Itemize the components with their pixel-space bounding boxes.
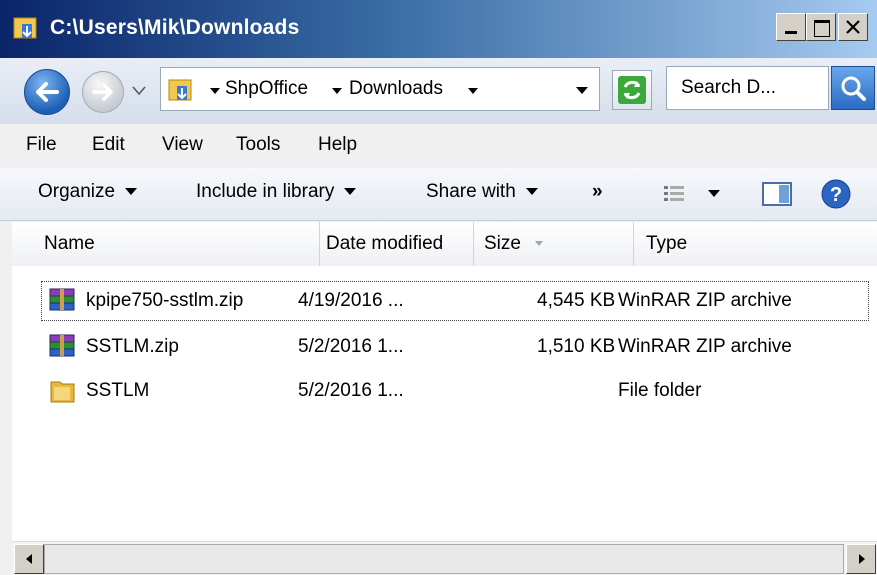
file-list: kpipe750-sstlm.zip 4/19/2016 ... 4,545 K… <box>12 266 877 541</box>
scroll-right-button[interactable] <box>846 544 876 574</box>
title-bar[interactable]: C:\Users\Mik\Downloads <box>0 0 877 58</box>
maximize-button[interactable] <box>806 13 836 41</box>
breadcrumb-chevron-icon[interactable] <box>209 86 221 96</box>
file-size: 1,510 KB <box>537 336 616 357</box>
share-with-button[interactable]: Share with <box>426 181 538 203</box>
back-arrow-icon <box>36 82 59 102</box>
chevron-down-icon <box>525 188 538 196</box>
menu-edit[interactable]: Edit <box>92 134 125 156</box>
menu-file[interactable]: File <box>26 134 57 156</box>
command-bar: Organize Include in library Share with »… <box>0 168 877 221</box>
scroll-left-arrow-icon <box>26 554 32 564</box>
column-header-size-label: Size <box>484 233 521 254</box>
folder-icon <box>168 79 192 101</box>
breadcrumb-chevron-icon[interactable] <box>467 86 479 96</box>
refresh-button[interactable] <box>612 70 652 110</box>
breadcrumb-chevron-icon[interactable] <box>331 86 343 96</box>
forward-button[interactable] <box>82 71 124 113</box>
include-in-library-label: Include in library <box>196 181 335 202</box>
chevron-down-icon <box>344 188 357 196</box>
menu-bar: File Edit View Tools Help <box>0 124 877 168</box>
menu-help[interactable]: Help <box>318 134 357 156</box>
organize-label: Organize <box>38 181 116 202</box>
column-header-size[interactable]: Size <box>474 222 634 266</box>
share-with-label: Share with <box>426 181 516 202</box>
more-commands-button[interactable]: » <box>592 181 603 203</box>
scrollbar-thumb[interactable] <box>44 544 844 574</box>
folder-icon <box>13 17 37 39</box>
winrar-archive-icon <box>49 334 75 357</box>
file-row[interactable]: kpipe750-sstlm.zip 4/19/2016 ... 4,545 K… <box>41 281 869 321</box>
column-header-date-modified[interactable]: Date modified <box>320 222 474 266</box>
window-title: C:\Users\Mik\Downloads <box>50 16 300 39</box>
file-name: SSTLM.zip <box>86 336 179 357</box>
file-date: 4/19/2016 ... <box>298 290 404 311</box>
close-button[interactable] <box>838 13 868 41</box>
file-date: 5/2/2016 1... <box>298 380 404 401</box>
column-header-name[interactable]: Name <box>12 222 320 266</box>
scroll-left-button[interactable] <box>14 544 44 574</box>
address-dropdown-icon[interactable] <box>575 86 589 96</box>
recent-pages-chevron-icon[interactable] <box>132 86 146 96</box>
file-type: WinRAR ZIP archive <box>618 290 792 311</box>
horizontal-scrollbar[interactable] <box>12 541 877 575</box>
menu-view[interactable]: View <box>162 134 203 156</box>
preview-pane-icon[interactable] <box>762 182 792 206</box>
file-size: 4,545 KB <box>537 290 616 311</box>
search-button[interactable] <box>831 66 875 110</box>
address-bar[interactable]: ShpOffice Downloads <box>160 67 600 111</box>
column-header-row: Name Date modified Size Type <box>12 222 877 267</box>
file-name: kpipe750-sstlm.zip <box>86 290 244 311</box>
file-type: File folder <box>618 380 702 401</box>
maximize-icon <box>814 20 830 37</box>
minimize-button[interactable] <box>776 13 806 41</box>
organize-button[interactable]: Organize <box>38 181 138 203</box>
include-in-library-button[interactable]: Include in library <box>196 181 357 203</box>
sort-descending-icon <box>535 240 544 246</box>
file-row[interactable]: SSTLM.zip 5/2/2016 1... 1,510 KB WinRAR … <box>42 328 868 366</box>
folder-icon <box>50 381 75 403</box>
back-button[interactable] <box>24 69 70 115</box>
scroll-right-arrow-icon <box>859 554 865 564</box>
file-type: WinRAR ZIP archive <box>618 336 792 357</box>
refresh-icon <box>618 76 646 104</box>
view-options-icon[interactable] <box>664 184 686 204</box>
forward-arrow-icon <box>92 83 113 101</box>
chevron-down-icon <box>125 188 138 196</box>
breadcrumb-shpoffice[interactable]: ShpOffice <box>225 78 308 100</box>
breadcrumb-downloads[interactable]: Downloads <box>349 78 443 100</box>
file-date: 5/2/2016 1... <box>298 336 404 357</box>
minimize-icon <box>785 31 797 34</box>
file-name: SSTLM <box>86 380 150 401</box>
search-input[interactable]: Search D... <box>666 66 829 110</box>
navigation-pane-edge <box>0 222 12 575</box>
column-header-type[interactable]: Type <box>634 222 877 266</box>
winrar-archive-icon <box>49 288 75 311</box>
explorer-window: C:\Users\Mik\Downloads ShpOffice Downloa… <box>0 0 877 575</box>
search-icon <box>841 76 866 101</box>
file-row[interactable]: SSTLM 5/2/2016 1... File folder <box>42 372 868 410</box>
close-icon <box>846 20 860 34</box>
view-options-chevron-icon[interactable] <box>708 190 720 197</box>
help-icon[interactable]: ? <box>820 178 852 210</box>
svg-text:?: ? <box>830 184 842 206</box>
menu-tools[interactable]: Tools <box>236 134 280 156</box>
